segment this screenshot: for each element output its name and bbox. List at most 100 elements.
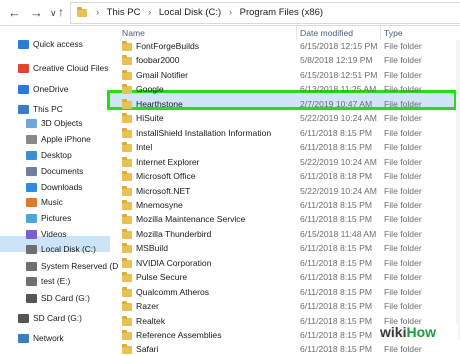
file-row[interactable]: Gmail Notifier 6/15/2018 12:51 PM File fol… <box>114 68 460 82</box>
file-date: 5/22/2019 10:24 AM <box>300 156 377 167</box>
file-date: 6/15/2018 12:15 PM <box>300 41 378 51</box>
breadcrumb-this-pc[interactable]: This PC <box>107 7 141 18</box>
creative-cloud-icon <box>18 64 29 74</box>
file-type: File folder <box>384 257 422 268</box>
breadcrumb-program-files[interactable]: Program Files (x86) <box>240 7 323 18</box>
arrow-up-icon: ↑ <box>58 5 64 19</box>
drive-icon <box>26 277 37 287</box>
file-row[interactable]: Microsoft.NET 5/22/2019 10:24 AM File fold… <box>114 184 460 198</box>
breadcrumb-separator: › <box>148 7 152 18</box>
file-row[interactable]: Hearthstone 2/7/2019 10:47 AM File folder <box>114 97 460 111</box>
sidebar-item[interactable]: Documents <box>26 164 83 178</box>
column-divider[interactable] <box>380 26 381 40</box>
file-row[interactable]: MSBuild 6/11/2018 8:15 PM File folder <box>114 241 460 255</box>
file-name: Qualcomm Atheros <box>136 286 210 297</box>
file-name: Safari <box>136 344 159 355</box>
sidebar-item[interactable]: Downloads <box>26 180 82 194</box>
sidebar-item[interactable]: Local Disk (C:) <box>26 242 96 256</box>
sidebar-item[interactable]: SD Card (G:) <box>18 311 82 325</box>
file-row[interactable]: Mozilla Thunderbird 6/15/2018 11:48 AM Fil… <box>114 227 460 241</box>
sidebar-item[interactable]: Videos <box>26 227 66 241</box>
column-divider[interactable] <box>296 26 297 40</box>
file-date: 6/11/2018 8:15 PM <box>300 315 372 326</box>
column-header-name[interactable]: Name <box>122 26 145 40</box>
desktop-icon <box>26 151 37 161</box>
folder-icon <box>122 315 132 326</box>
forward-button[interactable]: → <box>30 5 43 20</box>
sidebar-item[interactable]: SD Card (G:) <box>26 291 90 305</box>
folder-icon <box>122 98 132 109</box>
column-header-date[interactable]: Date modified <box>300 26 353 40</box>
music-icon <box>26 198 37 208</box>
file-type: File folder <box>384 127 422 138</box>
file-row[interactable]: Qualcomm Atheros 6/11/2018 8:15 PM File fo… <box>114 285 460 299</box>
file-row[interactable]: Safari 6/11/2018 8:15 PM File folder <box>114 342 460 356</box>
file-type: File folder <box>384 84 422 95</box>
sidebar-item[interactable]: Creative Cloud Files <box>18 61 108 75</box>
sidebar-item-label: Creative Cloud Files <box>33 63 109 73</box>
file-date: 6/11/2018 8:15 PM <box>300 286 372 297</box>
file-row[interactable]: NVIDIA Corporation 6/11/2018 8:15 PM File … <box>114 256 460 270</box>
file-type: File folder <box>384 243 422 254</box>
file-name: Reference Assemblies <box>136 330 222 340</box>
file-type: File folder <box>384 41 422 51</box>
file-date: 6/15/2018 11:48 AM <box>300 228 377 239</box>
recent-locations-button[interactable]: ∨ <box>50 8 57 19</box>
phone-icon <box>26 135 37 145</box>
file-date: 6/11/2018 8:15 PM <box>300 344 372 355</box>
folder-icon <box>122 228 132 239</box>
sidebar-item-label: Quick access <box>33 39 83 49</box>
sidebar-item[interactable]: test (E:) <box>26 274 70 288</box>
file-row[interactable]: Google 6/13/2018 11:25 AM File folder <box>114 82 460 96</box>
file-name: Razer <box>136 301 159 312</box>
scrollbar[interactable] <box>456 40 460 340</box>
breadcrumb-local-disk[interactable]: Local Disk (C:) <box>159 7 221 18</box>
file-row[interactable]: Razer 6/11/2018 8:15 PM File folder <box>114 299 460 313</box>
file-date: 6/15/2018 12:51 PM <box>300 69 378 80</box>
file-row[interactable]: HiSuite 5/22/2019 10:24 AM File folder <box>114 111 460 125</box>
file-row[interactable]: FontForgeBuilds 6/15/2018 12:15 PM File fo… <box>114 39 460 53</box>
file-type: File folder <box>384 199 422 210</box>
file-type: File folder <box>384 214 422 225</box>
file-type: File folder <box>384 286 422 297</box>
network-icon <box>18 334 29 344</box>
sidebar-item[interactable]: Music <box>26 195 63 209</box>
file-row[interactable]: foobar2000 5/8/2018 12:19 PM File folder <box>114 53 460 67</box>
file-type: File folder <box>384 142 422 153</box>
file-row[interactable]: Mozilla Maintenance Service 6/11/2018 8:1… <box>114 212 460 226</box>
file-row[interactable]: Microsoft Office 6/11/2018 8:18 PM File fo… <box>114 169 460 183</box>
file-row[interactable]: Internet Explorer 5/22/2019 10:24 AM File … <box>114 155 460 169</box>
up-button[interactable]: ↑ <box>58 5 64 19</box>
file-type: File folder <box>384 301 422 312</box>
cloud-icon <box>18 85 29 95</box>
column-header-type[interactable]: Type <box>384 26 403 40</box>
sd-card-icon <box>26 294 37 304</box>
file-row[interactable]: Pulse Secure 6/11/2018 8:15 PM File folder <box>114 270 460 284</box>
file-row[interactable]: Intel 6/11/2018 8:15 PM File folder <box>114 140 460 154</box>
watermark: wikiHow <box>380 324 458 342</box>
sidebar-item[interactable]: Quick access <box>18 37 83 51</box>
file-row[interactable]: Mnemosyne 6/11/2018 8:15 PM File folder <box>114 198 460 212</box>
folder-icon <box>122 185 132 196</box>
folder-icon <box>122 142 132 153</box>
download-icon <box>26 183 37 193</box>
file-date: 6/11/2018 8:15 PM <box>300 127 372 138</box>
sidebar-item[interactable]: Pictures <box>26 211 71 225</box>
sidebar-item-label: Downloads <box>41 182 83 192</box>
file-date: 6/11/2018 8:15 PM <box>300 272 372 283</box>
back-button[interactable]: ← <box>8 5 21 20</box>
sidebar-item[interactable]: 3D Objects <box>26 116 82 130</box>
file-name: Gmail Notifier <box>136 69 189 80</box>
sidebar-item[interactable]: System Reserved (D <box>26 259 118 273</box>
breadcrumb: › This PC › Local Disk (C:) › Program Fi… <box>96 7 323 18</box>
file-row[interactable]: InstallShield Installation Information 6/… <box>114 126 460 140</box>
sidebar-item[interactable]: Apple iPhone <box>26 132 91 146</box>
file-date: 6/11/2018 8:15 PM <box>300 243 372 254</box>
sidebar-item[interactable]: Network <box>18 331 64 345</box>
sidebar-item[interactable]: Desktop <box>26 148 72 162</box>
folder-icon <box>122 171 132 182</box>
file-date: 6/13/2018 11:25 AM <box>300 84 377 95</box>
folder-icon <box>122 257 132 268</box>
sidebar-item[interactable]: This PC <box>18 102 63 116</box>
sidebar-item[interactable]: OneDrive <box>18 82 68 96</box>
